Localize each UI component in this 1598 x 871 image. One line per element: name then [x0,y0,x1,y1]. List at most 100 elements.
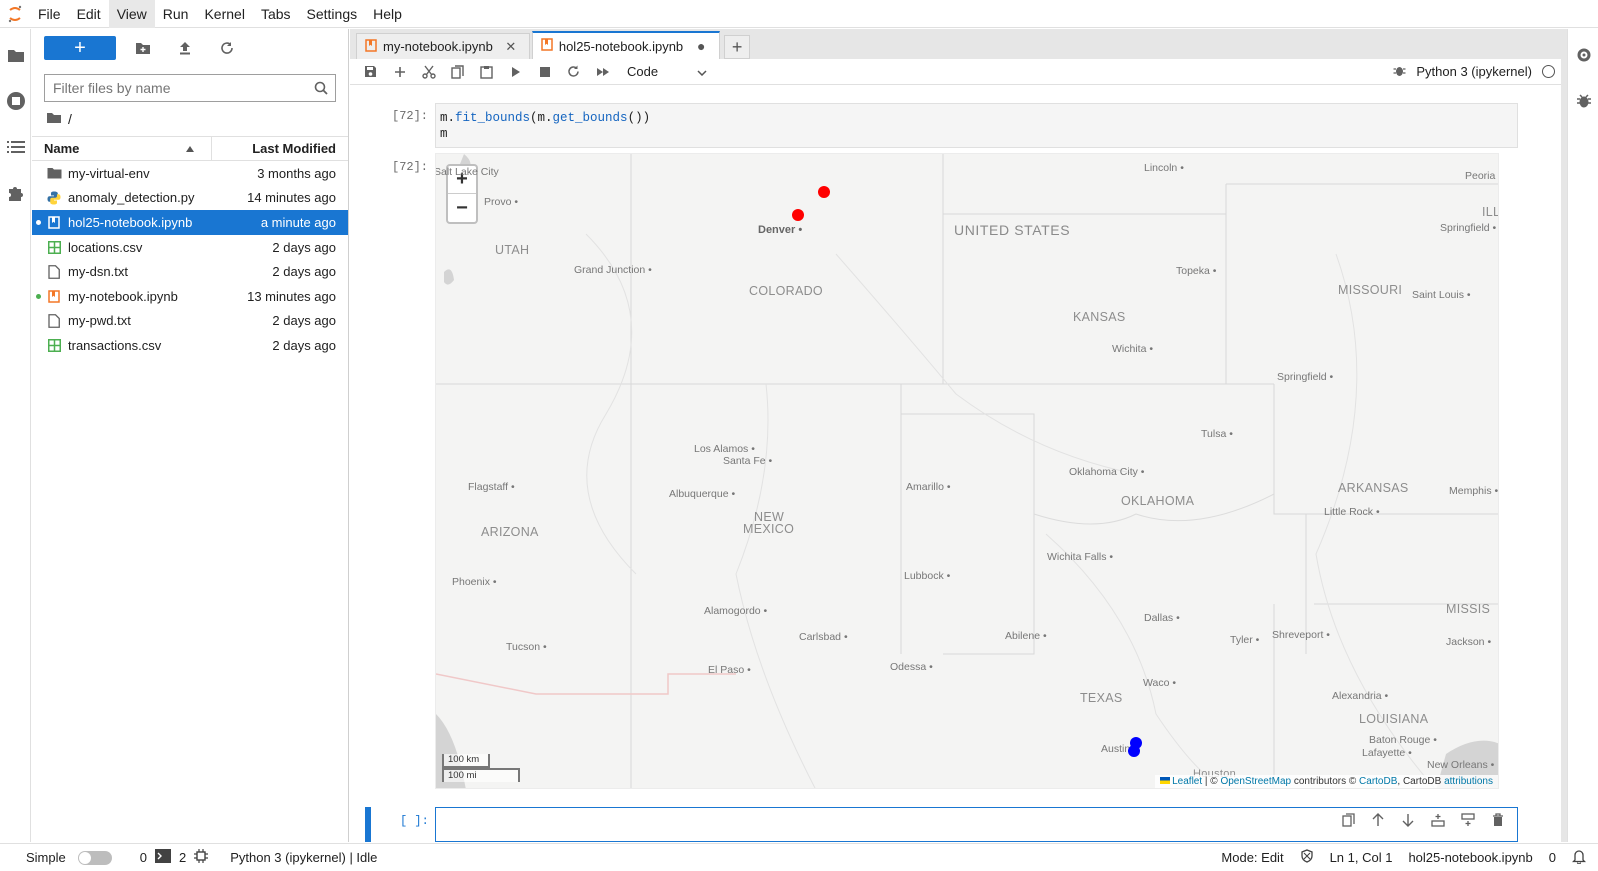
delete-cell-icon[interactable] [1487,811,1509,829]
text-file-icon [46,264,62,279]
duplicate-cell-icon[interactable] [1337,811,1359,829]
map-city-label: Lubbock [904,570,950,582]
file-name: my-notebook.ipynb [68,288,178,304]
file-name: locations.csv [68,239,143,255]
copy-icon[interactable] [443,60,472,84]
run-all-icon[interactable] [588,60,617,84]
kernel-chip-icon [194,849,209,866]
run-icon[interactable] [501,60,530,84]
move-up-icon[interactable] [1367,811,1389,829]
cursor-position[interactable]: Ln 1, Col 1 [1330,850,1393,865]
status-left: Simple 0 2 Python 3 (ipykernel) | Idle [0,849,377,866]
property-inspector-icon[interactable] [1568,35,1598,75]
breadcrumb: / [32,102,348,136]
leaflet-map[interactable]: + − UNITED STATES UTAH COLORADO KANSAS M… [435,153,1499,789]
unsaved-dot-icon[interactable]: ● [691,38,711,54]
kernel-status[interactable]: Python 3 (ipykernel) | Idle [230,850,377,865]
folder-icon[interactable] [0,35,31,75]
text-file-icon [46,313,62,328]
menu-help[interactable]: Help [365,0,410,28]
cartodb-link[interactable]: CartoDB [1359,776,1397,787]
modified-column-header[interactable]: Last Modified [212,141,348,156]
menu-edit[interactable]: Edit [69,0,109,28]
leaflet-link[interactable]: Leaflet [1172,776,1202,787]
menu-file[interactable]: File [30,0,69,28]
zoom-out-button[interactable]: − [448,194,476,222]
map-state-label: MEXICO [743,522,795,536]
upload-icon[interactable] [164,36,206,60]
file-row[interactable]: my-notebook.ipynb 13 minutes ago [32,284,348,309]
breadcrumb-root[interactable]: / [68,111,72,127]
file-row[interactable]: hol25-notebook.ipynb a minute ago [32,210,348,235]
tab-label: my-notebook.ipynb [383,39,493,54]
stop-icon[interactable] [530,60,559,84]
map-city-label: Tulsa [1201,428,1233,440]
map-city-label: Los Alamos [694,443,755,455]
new-folder-icon[interactable] [122,36,164,60]
move-down-icon[interactable] [1397,811,1419,829]
file-row[interactable]: my-pwd.txt 2 days ago [32,309,348,334]
spreadsheet-icon [46,240,62,254]
osm-link[interactable]: OpenStreetMap [1220,776,1291,787]
file-row[interactable]: my-virtual-env 3 months ago [32,161,348,186]
code-cell-input[interactable]: m.fit_bounds(m.get_bounds()) m [435,103,1518,148]
map-city-label: Oklahoma City [1069,466,1144,478]
extensions-icon[interactable] [0,173,31,213]
bell-icon[interactable] [1571,849,1587,867]
save-icon[interactable] [356,60,385,84]
folder-icon[interactable] [46,111,62,127]
map-city-label: Jackson [1446,636,1491,648]
map-city-label: Wichita Falls [1047,551,1113,563]
file-name: my-virtual-env [68,165,150,181]
menu-view[interactable]: View [108,0,155,28]
cell-type-select[interactable]: Code [627,64,707,79]
simple-mode-toggle[interactable] [77,850,112,865]
status-right: Mode: Edit Ln 1, Col 1 hol25-notebook.ip… [1221,849,1598,867]
paste-icon[interactable] [472,60,501,84]
close-icon[interactable]: ✕ [501,39,521,55]
attributions-link[interactable]: attributions [1444,776,1493,787]
map-city-label: Tucson [506,641,547,653]
name-column-header[interactable]: Name [32,137,212,160]
file-row[interactable]: anomaly_detection.py 14 minutes ago [32,186,348,211]
map-city-label: Saint Louis [1412,289,1471,301]
add-tab-button[interactable]: + [724,35,751,59]
debugger-icon[interactable] [1568,81,1598,121]
menu-kernel[interactable]: Kernel [196,0,252,28]
insert-cell-icon[interactable] [385,60,414,84]
cut-icon[interactable] [414,60,443,84]
map-city-label: Grand Junction [574,264,652,276]
simple-mode-label: Simple [26,850,66,865]
menu-run[interactable]: Run [155,0,197,28]
kernel-name[interactable]: Python 3 (ipykernel) [1416,64,1532,79]
running-kernels-icon[interactable] [0,81,31,121]
filter-files-input[interactable] [53,80,307,96]
table-of-contents-icon[interactable] [0,127,31,167]
map-state-label: TEXAS [1080,691,1123,705]
insert-below-icon[interactable] [1457,811,1479,829]
terminal-count[interactable]: 0 [140,850,147,865]
kernel-count[interactable]: 2 [179,850,186,865]
file-row[interactable]: my-dsn.txt 2 days ago [32,259,348,284]
file-row[interactable]: locations.csv 2 days ago [32,235,348,260]
notebook-panel: Code Python 3 (ipykernel) [72]: m.fit_bo… [350,59,1561,842]
tab-my-notebook[interactable]: my-notebook.ipynb ✕ [356,33,530,59]
file-name: hol25-notebook.ipynb [68,214,193,230]
debugger-bug-icon[interactable] [1393,64,1406,80]
restart-icon[interactable] [559,60,588,84]
new-launcher-button[interactable]: + [44,36,116,60]
map-city-label: Peoria [1465,170,1498,182]
trusted-shield-icon[interactable] [1300,849,1314,866]
map-state-label: COLORADO [749,284,823,298]
file-row[interactable]: transactions.csv 2 days ago [32,333,348,358]
code-line-2: m [440,127,448,141]
menu-tabs[interactable]: Tabs [253,0,299,28]
running-indicator-icon [36,219,41,225]
map-city-label: Abilene [1005,630,1047,642]
notification-count: 0 [1548,850,1556,865]
refresh-icon[interactable] [206,36,248,60]
map-city-label: Tyler [1230,634,1259,646]
menu-settings[interactable]: Settings [299,0,366,28]
insert-above-icon[interactable] [1427,811,1449,829]
tab-hol25-notebook[interactable]: hol25-notebook.ipynb ● [531,31,721,59]
